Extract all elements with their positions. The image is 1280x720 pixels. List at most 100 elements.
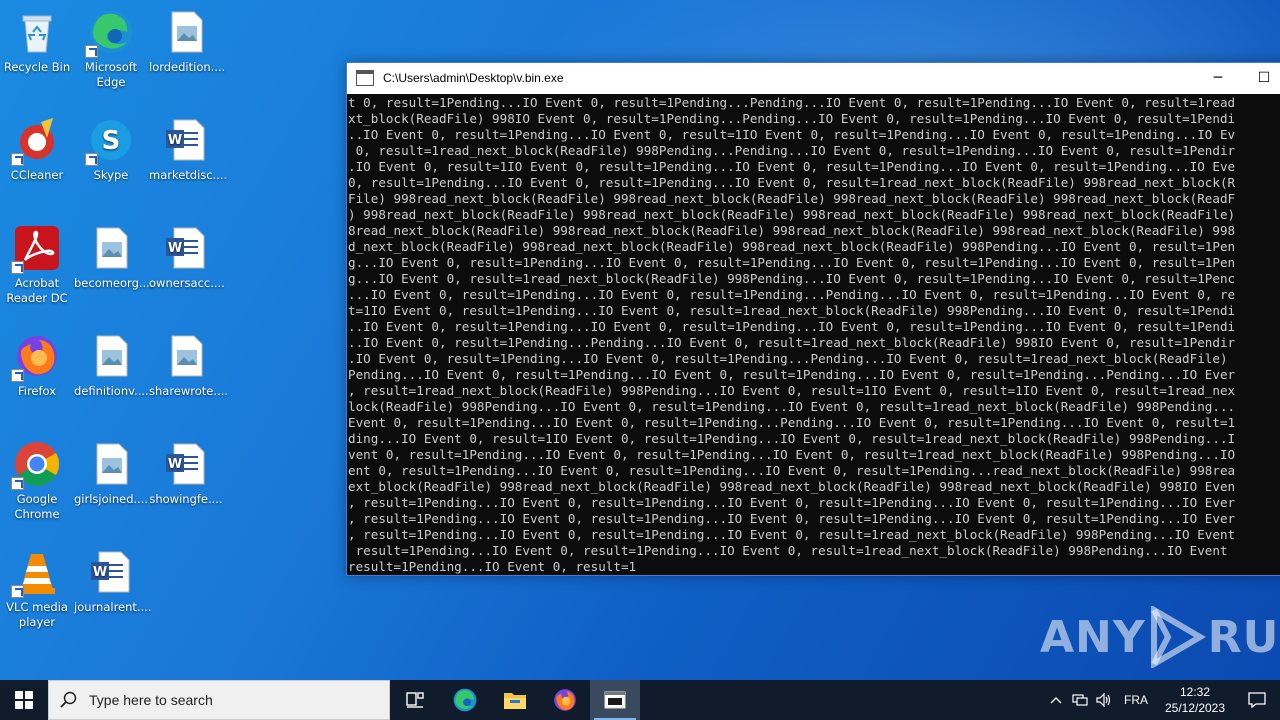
desktop-icon-journalrent[interactable]: W journalrent.... (74, 540, 152, 615)
desktop-icon-label: becomeorg.... (74, 276, 154, 290)
desktop-icon-skype[interactable]: S Skype (74, 108, 148, 183)
desktop-icon-label: Acrobat Reader DC (6, 276, 68, 305)
taskbar: Type here to search FRA 12:32 25/12/2023 (0, 680, 1280, 720)
console-line: ent 0, result=1Pending...IO Event 0, res… (348, 463, 1236, 478)
console-line: 0, result=1Pending...IO Event 0, result=… (348, 175, 1236, 190)
console-line: , result=1Pending...IO Event 0, result=1… (348, 495, 1236, 510)
task-view-icon (406, 692, 424, 708)
desktop-icon-sharewrote[interactable]: sharewrote.... (149, 324, 229, 399)
word-doc-icon: W (87, 548, 135, 596)
desktop-icon-showingfe[interactable]: W showingfe.... (149, 432, 223, 507)
maximize-button[interactable]: ☐ (1241, 63, 1280, 93)
desktop-icon-label: VLC media player (6, 600, 68, 629)
start-button[interactable] (0, 680, 48, 720)
show-hidden-icons-button[interactable] (1044, 696, 1068, 704)
image-file-icon (162, 8, 210, 56)
image-file-icon (87, 224, 135, 272)
desktop-icon-vlc[interactable]: VLC media player (0, 540, 74, 630)
minimize-icon: ─ (1213, 70, 1223, 86)
desktop-icon-label: sharewrote.... (149, 384, 229, 398)
console-icon (604, 691, 626, 709)
svg-text:W: W (168, 241, 182, 256)
console-line: result=1Pending...IO Event 0, result=1Pe… (348, 543, 1228, 558)
taskbar-search-box[interactable]: Type here to search (48, 680, 390, 720)
notification-icon (1248, 692, 1266, 708)
console-line: xt_block(ReadFile) 998IO Event 0, result… (348, 111, 1236, 126)
desktop-icon-edge[interactable]: Microsoft Edge (74, 0, 148, 90)
console-line: ..IO Event 0, result=1Pending...Pending.… (348, 335, 1236, 350)
desktop-icon-acrobat[interactable]: Acrobat Reader DC (0, 216, 74, 306)
console-line: ext_block(ReadFile) 998read_next_block(R… (348, 479, 1236, 494)
taskbar-edge-button[interactable] (440, 680, 490, 720)
desktop-icon-label: Google Chrome (14, 492, 60, 521)
console-app-icon (356, 70, 374, 86)
image-file-icon (87, 332, 135, 380)
task-view-button[interactable] (390, 680, 440, 720)
desktop-icon-label: Recycle Bin (3, 60, 71, 74)
desktop-icon-ccleaner[interactable]: CCleaner (0, 108, 74, 183)
minimize-button[interactable]: ─ (1195, 63, 1241, 93)
console-window[interactable]: C:\Users\admin\Desktop\v.bin.exe ─ ☐ t 0… (346, 62, 1280, 576)
console-line: t 0, result=1Pending...IO Event 0, resul… (348, 95, 1236, 110)
clock-date: 25/12/2023 (1164, 701, 1226, 715)
ccleaner-icon (11, 116, 61, 166)
console-line: Event 0, result=1Pending...IO Event 0, r… (348, 415, 1236, 430)
action-center-button[interactable] (1234, 692, 1280, 708)
desktop-icon-recycle-bin[interactable]: Recycle Bin (0, 0, 74, 75)
console-line: ...IO Event 0, result=1Pending...IO Even… (348, 287, 1236, 302)
console-line: 0, result=1read_next_block(ReadFile) 998… (348, 143, 1236, 158)
word-doc-icon: W (162, 440, 210, 488)
firefox-icon (11, 332, 61, 382)
console-line: , result=1Pending...IO Event 0, result=1… (348, 527, 1236, 542)
image-file-icon (162, 332, 210, 380)
anyrun-watermark: ANY RUN (1040, 606, 1280, 668)
console-line: .IO Event 0, result=1Pending...IO Event … (348, 351, 1236, 366)
desktop-icon-label: Firefox (17, 384, 57, 398)
console-line: d_next_block(ReadFile) 998read_next_bloc… (348, 239, 1236, 254)
console-line: t=1IO Event 0, result=1Pending...IO Even… (348, 303, 1236, 318)
desktop-icon-chrome[interactable]: Google Chrome (0, 432, 74, 522)
edge-icon (85, 8, 135, 58)
maximize-icon: ☐ (1257, 70, 1271, 86)
skype-icon: S (85, 116, 135, 166)
svg-text:W: W (168, 133, 182, 148)
taskbar-firefox-button[interactable] (540, 680, 590, 720)
svg-text:W: W (93, 565, 107, 580)
firefox-icon (554, 689, 576, 711)
desktop-icon-becomeorg[interactable]: becomeorg.... (74, 216, 154, 291)
language-indicator[interactable]: FRA (1116, 693, 1156, 707)
console-line: ..IO Event 0, result=1Pending...IO Event… (348, 319, 1236, 334)
network-icon (1072, 694, 1088, 706)
console-output[interactable]: t 0, result=1Pending...IO Event 0, resul… (347, 94, 1280, 575)
console-line: , result=1read_next_block(ReadFile) 998P… (348, 383, 1236, 398)
file-explorer-icon (504, 693, 526, 709)
taskbar-console-button[interactable] (590, 680, 640, 720)
desktop-icon-marketdisc[interactable]: W marketdisc.... (149, 108, 228, 183)
volume-button[interactable] (1092, 693, 1116, 707)
desktop-icon-girlsjoined[interactable]: girlsjoined.... (74, 432, 148, 507)
network-button[interactable] (1068, 693, 1092, 707)
desktop-icon-label: ownersacc.... (149, 276, 225, 290)
chrome-icon (11, 440, 61, 490)
desktop-icon-ownersacc[interactable]: W ownersacc.... (149, 216, 225, 291)
console-line: lock(ReadFile) 998Pending...IO Event 0, … (348, 399, 1236, 414)
clock[interactable]: 12:32 25/12/2023 (1156, 684, 1234, 716)
console-line: ding...IO Event 0, result=1IO Event 0, r… (348, 431, 1236, 446)
desktop-icon-label: marketdisc.... (149, 168, 228, 182)
edge-icon (453, 688, 477, 712)
desktop-icon-firefox[interactable]: Firefox (0, 324, 74, 399)
desktop-icon-label: showingfe.... (149, 492, 223, 506)
console-line: vent 0, result=1Pending...IO Event 0, re… (348, 447, 1236, 462)
desktop-icon-label: Skype (93, 168, 129, 182)
desktop-icon-definitionv[interactable]: definitionv.... (74, 324, 149, 399)
desktop-icon-label: Microsoft Edge (84, 60, 138, 89)
desktop-icon-label: CCleaner (10, 168, 64, 182)
search-placeholder: Type here to search (89, 692, 213, 708)
desktop-icon-lordedition[interactable]: lordedition.... (149, 0, 225, 75)
console-line: g...IO Event 0, result=1Pending...IO Eve… (348, 255, 1236, 270)
watermark-right-text: RUN (1207, 611, 1280, 663)
taskbar-file-explorer-button[interactable] (490, 680, 540, 720)
console-line: ) 998read_next_block(ReadFile) 998read_n… (348, 207, 1236, 222)
console-line: ..IO Event 0, result=1Pending...IO Event… (348, 127, 1236, 142)
console-titlebar[interactable]: C:\Users\admin\Desktop\v.bin.exe ─ ☐ (347, 63, 1280, 93)
